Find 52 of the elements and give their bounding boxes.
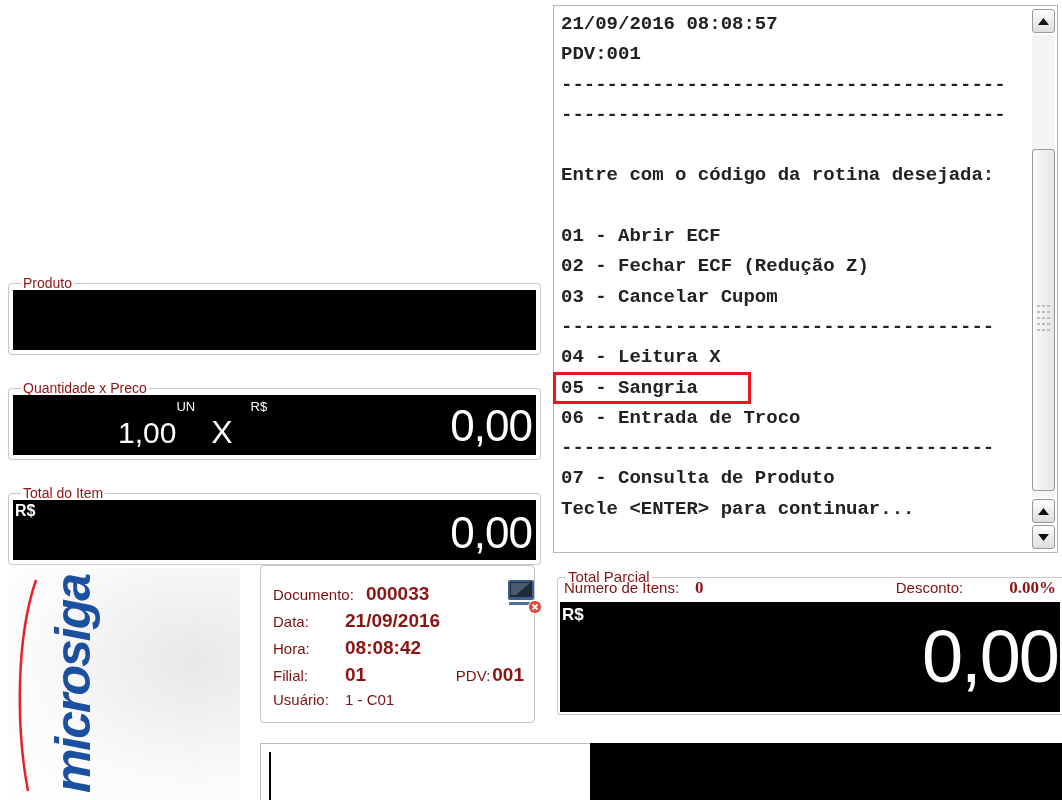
- panel-title: Produto: [21, 276, 75, 290]
- scroll-up-button[interactable]: [1032, 499, 1055, 523]
- currency-label: R$: [250, 399, 268, 414]
- item-count-value: 0: [695, 580, 704, 596]
- unit-label: UN: [176, 399, 196, 414]
- receipt-line: 02 - Fechar ECF (Redução Z): [561, 254, 870, 280]
- receipt-line: 04 - Leitura X: [561, 345, 722, 371]
- field-label: Usuário:: [273, 691, 330, 708]
- receipt-line: --------------------------------------: [561, 314, 996, 340]
- scroll-down-button[interactable]: [1032, 525, 1055, 549]
- scrollbar-thumb[interactable]: [1032, 149, 1055, 491]
- discount-label: Desconto:: [895, 580, 964, 596]
- field-label: Filial:: [273, 667, 309, 684]
- highlighted-receipt-line: 05 - Sangria: [554, 372, 750, 403]
- receipt-line: PDV:001: [561, 42, 642, 68]
- field-value: 001: [492, 664, 524, 686]
- receipt-line: 21/09/2016 08:08:57: [561, 12, 779, 37]
- input-field[interactable]: [260, 743, 590, 800]
- multiply-sign: X: [211, 415, 233, 449]
- field-label: PDV:: [455, 667, 491, 684]
- receipt-line: Entre com o código da rotina desejada:: [561, 163, 996, 189]
- partial-total-value: 0,00: [921, 619, 1058, 695]
- field-value: 21/09/2016: [345, 610, 441, 632]
- logo-wordmark: microsiga: [44, 574, 103, 794]
- field-value: 08:08:42: [345, 637, 422, 659]
- field-label: Hora:: [273, 640, 311, 657]
- item-total-value: 0,00: [450, 510, 532, 556]
- receipt-line: --------------------------------------: [561, 436, 996, 462]
- quantity-value: 1,00: [118, 417, 177, 449]
- receipt-line: 06 - Entrada de Troco: [561, 405, 802, 431]
- receipt-line: 07 - Consulta de Produto: [561, 466, 836, 492]
- field-label: Data:: [273, 613, 310, 630]
- up-arrow-icon: [1038, 17, 1049, 25]
- currency-label: R$: [15, 502, 36, 520]
- panel-title: Total do Item: [21, 486, 106, 500]
- scroll-up-button[interactable]: [1032, 9, 1055, 33]
- field-value: 01: [345, 664, 367, 686]
- receipt-line: ---------------------------------------: [561, 102, 1007, 128]
- receipt-line: Tecle <ENTER> para continuar...: [561, 496, 916, 522]
- up-arrow-icon: [1038, 507, 1049, 515]
- field-label: Documento:: [273, 586, 354, 603]
- field-value: 000033: [365, 583, 430, 605]
- discount-value: 0.00%: [1009, 580, 1056, 596]
- panel-title: Quantidade x Preco: [21, 381, 149, 395]
- receipt-line: 01 - Abrir ECF: [561, 224, 722, 250]
- price-value: 0,00: [450, 403, 532, 449]
- field-value: 1 - C01: [345, 691, 395, 708]
- receipt-line: 03 - Cancelar Cupom: [561, 284, 779, 310]
- down-arrow-icon: [1038, 533, 1049, 541]
- receipt-line: ---------------------------------------: [561, 72, 1007, 98]
- monitor-error-icon: [506, 578, 542, 614]
- currency-label: R$: [562, 605, 584, 625]
